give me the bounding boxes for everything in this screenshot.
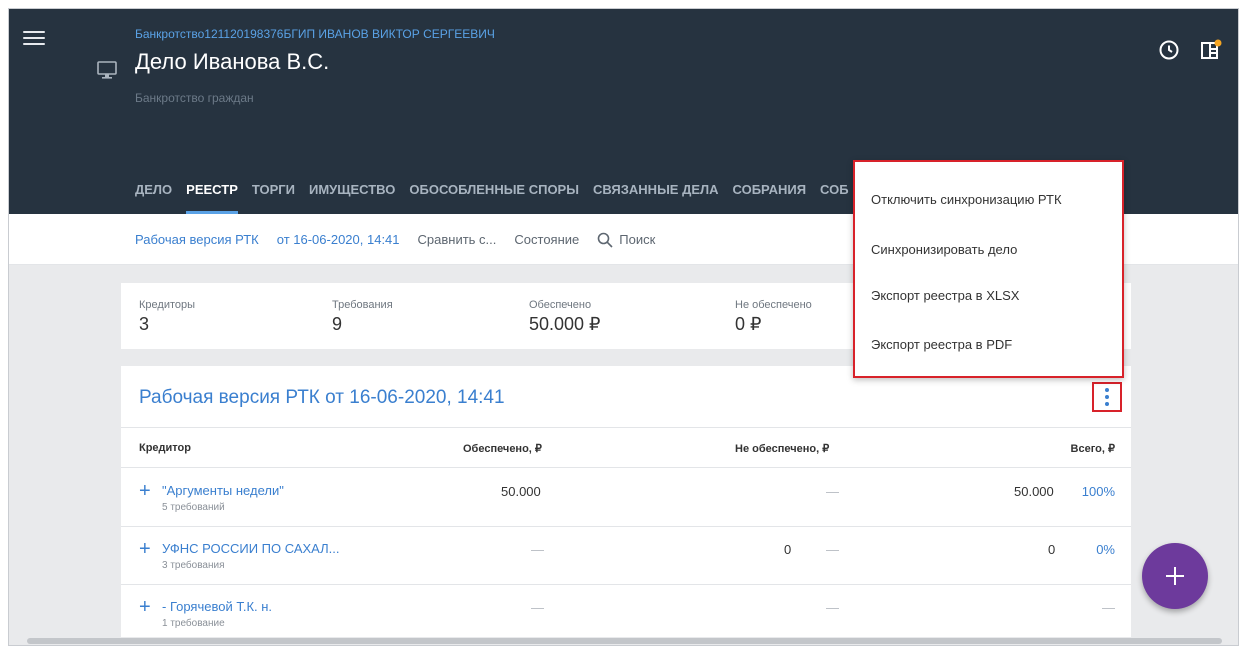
expand-icon[interactable]: +	[139, 539, 151, 559]
creditor-name[interactable]: "Аргументы недели"	[162, 483, 284, 498]
menu-item-disable-sync[interactable]: Отключить синхронизацию РТК	[871, 192, 1062, 207]
column-secured[interactable]: Обеспечено, ₽	[463, 442, 542, 455]
stat-creditors: Кредиторы 3	[139, 299, 196, 334]
more-options-icon[interactable]	[1092, 382, 1122, 412]
expand-icon[interactable]: +	[139, 481, 151, 501]
search-label: Поиск	[619, 232, 656, 247]
version-selector[interactable]: Рабочая версия РТК	[135, 232, 259, 247]
tab-related-cases[interactable]: СВЯЗАННЫЕ ДЕЛА	[593, 179, 719, 214]
registry-title: Рабочая версия РТК от 16-06-2020, 14:41	[139, 387, 505, 408]
tab-more[interactable]: СОБ	[820, 179, 849, 214]
unsecured-dash: —	[826, 484, 839, 499]
stat-secured: Обеспечено 50.000 ₽	[529, 299, 601, 334]
monitor-icon	[97, 61, 117, 84]
stat-claims: Требования 9	[332, 299, 393, 334]
search-icon	[597, 232, 613, 248]
secured-dash: —	[531, 542, 544, 557]
tab-case[interactable]: ДЕЛО	[135, 179, 172, 214]
registry-card: Рабочая версия РТК от 16-06-2020, 14:41 …	[121, 366, 1131, 645]
creditor-name[interactable]: УФНС РОССИИ ПО САХАЛ...	[162, 541, 340, 556]
expand-icon[interactable]: +	[139, 597, 151, 617]
scrollbar-thumb[interactable]	[27, 638, 1222, 644]
search-button[interactable]: Поиск	[597, 232, 655, 248]
column-creditor[interactable]: Кредитор	[139, 442, 191, 454]
total-value: 50.000	[1014, 484, 1054, 499]
menu-item-export-pdf[interactable]: Экспорт реестра в PDF	[871, 337, 1012, 352]
menu-item-export-xlsx[interactable]: Экспорт реестра в XLSX	[871, 288, 1019, 303]
page-title: Дело Иванова В.С.	[135, 49, 330, 74]
state-button[interactable]: Состояние	[514, 232, 579, 247]
table-row[interactable]: + УФНС РОССИИ ПО САХАЛ... 3 требования —…	[121, 527, 1131, 585]
compare-button[interactable]: Сравнить с...	[418, 232, 497, 247]
add-button[interactable]	[1142, 543, 1208, 609]
tab-disputes[interactable]: ОБОСОБЛЕННЫЕ СПОРЫ	[409, 179, 579, 214]
breadcrumb[interactable]: Банкротство121120198376БГИП ИВАНОВ ВИКТО…	[135, 27, 495, 41]
tab-property[interactable]: ИМУЩЕСТВО	[309, 179, 395, 214]
claims-count: 3 требования	[162, 560, 225, 571]
secured-value: 50.000	[501, 484, 541, 499]
app-window: Банкротство121120198376БГИП ИВАНОВ ВИКТО…	[8, 8, 1239, 646]
horizontal-scrollbar[interactable]	[9, 637, 1238, 645]
column-total[interactable]: Всего, ₽	[1071, 442, 1115, 455]
menu-item-sync-case[interactable]: Синхронизировать дело	[871, 242, 1017, 257]
claims-count: 5 требований	[162, 502, 225, 513]
menu-icon[interactable]	[23, 31, 45, 51]
total-percent: 0%	[1096, 542, 1115, 557]
tab-registry[interactable]: РЕЕСТР	[186, 179, 238, 214]
table-row[interactable]: + - Горячевой Т.К. н. 1 требование — — —	[121, 585, 1131, 643]
unsecured-value: 0	[784, 542, 792, 557]
tab-auctions[interactable]: ТОРГИ	[252, 179, 295, 214]
clock-icon[interactable]	[1158, 39, 1180, 61]
stat-unsecured: Не обеспечено 0 ₽	[735, 299, 812, 334]
panel-notification-icon[interactable]	[1200, 39, 1222, 61]
table-header: Кредитор Обеспечено, ₽ Не обеспечено, ₽ …	[121, 428, 1131, 468]
column-unsecured[interactable]: Не обеспечено, ₽	[735, 442, 829, 455]
tab-bar: ДЕЛО РЕЕСТР ТОРГИ ИМУЩЕСТВО ОБОСОБЛЕННЫЕ…	[135, 179, 849, 214]
creditor-name[interactable]: - Горячевой Т.К. н.	[162, 599, 272, 614]
more-options-menu: Отключить синхронизацию РТК Синхронизиро…	[853, 160, 1124, 378]
unsecured-dash: —	[826, 542, 839, 557]
tab-meetings[interactable]: СОБРАНИЯ	[733, 179, 807, 214]
total-percent: 100%	[1081, 484, 1115, 499]
version-date[interactable]: от 16-06-2020, 14:41	[277, 232, 400, 247]
claims-count: 1 требование	[162, 618, 225, 629]
table-row[interactable]: + "Аргументы недели" 5 требований 50.000…	[121, 469, 1131, 527]
secured-dash: —	[531, 600, 544, 615]
total-value: 0	[1048, 542, 1056, 557]
unsecured-dash: —	[826, 600, 839, 615]
total-dash: —	[1102, 600, 1115, 615]
page-subtitle: Банкротство граждан	[135, 91, 254, 105]
